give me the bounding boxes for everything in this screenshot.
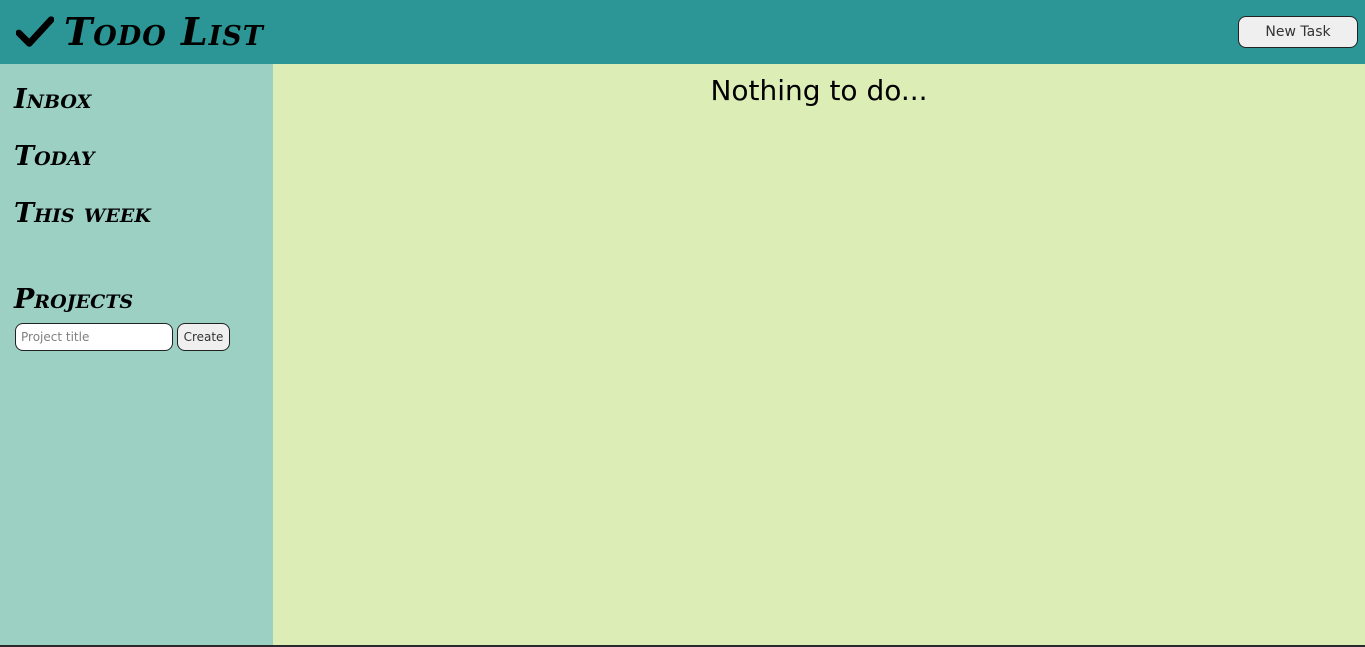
sidebar-item-today[interactable]: Today xyxy=(14,143,94,170)
sidebar-item-this-week[interactable]: This week xyxy=(14,200,151,227)
app-header: Todo List New Task xyxy=(0,0,1365,64)
project-title-input[interactable] xyxy=(15,323,173,351)
projects-heading: Projects xyxy=(14,284,134,315)
sidebar: Inbox Today This week Projects Create xyxy=(0,64,273,645)
new-project-form: Create xyxy=(15,323,230,351)
new-task-button[interactable]: New Task xyxy=(1238,16,1358,48)
create-project-button[interactable]: Create xyxy=(177,323,230,351)
check-icon xyxy=(16,16,54,47)
task-list-area: Nothing to do... xyxy=(273,64,1365,645)
app-logo: Todo List xyxy=(16,8,264,56)
sidebar-item-inbox[interactable]: Inbox xyxy=(14,86,91,113)
app-title: Todo List xyxy=(64,9,264,54)
empty-state-message: Nothing to do... xyxy=(710,74,928,107)
